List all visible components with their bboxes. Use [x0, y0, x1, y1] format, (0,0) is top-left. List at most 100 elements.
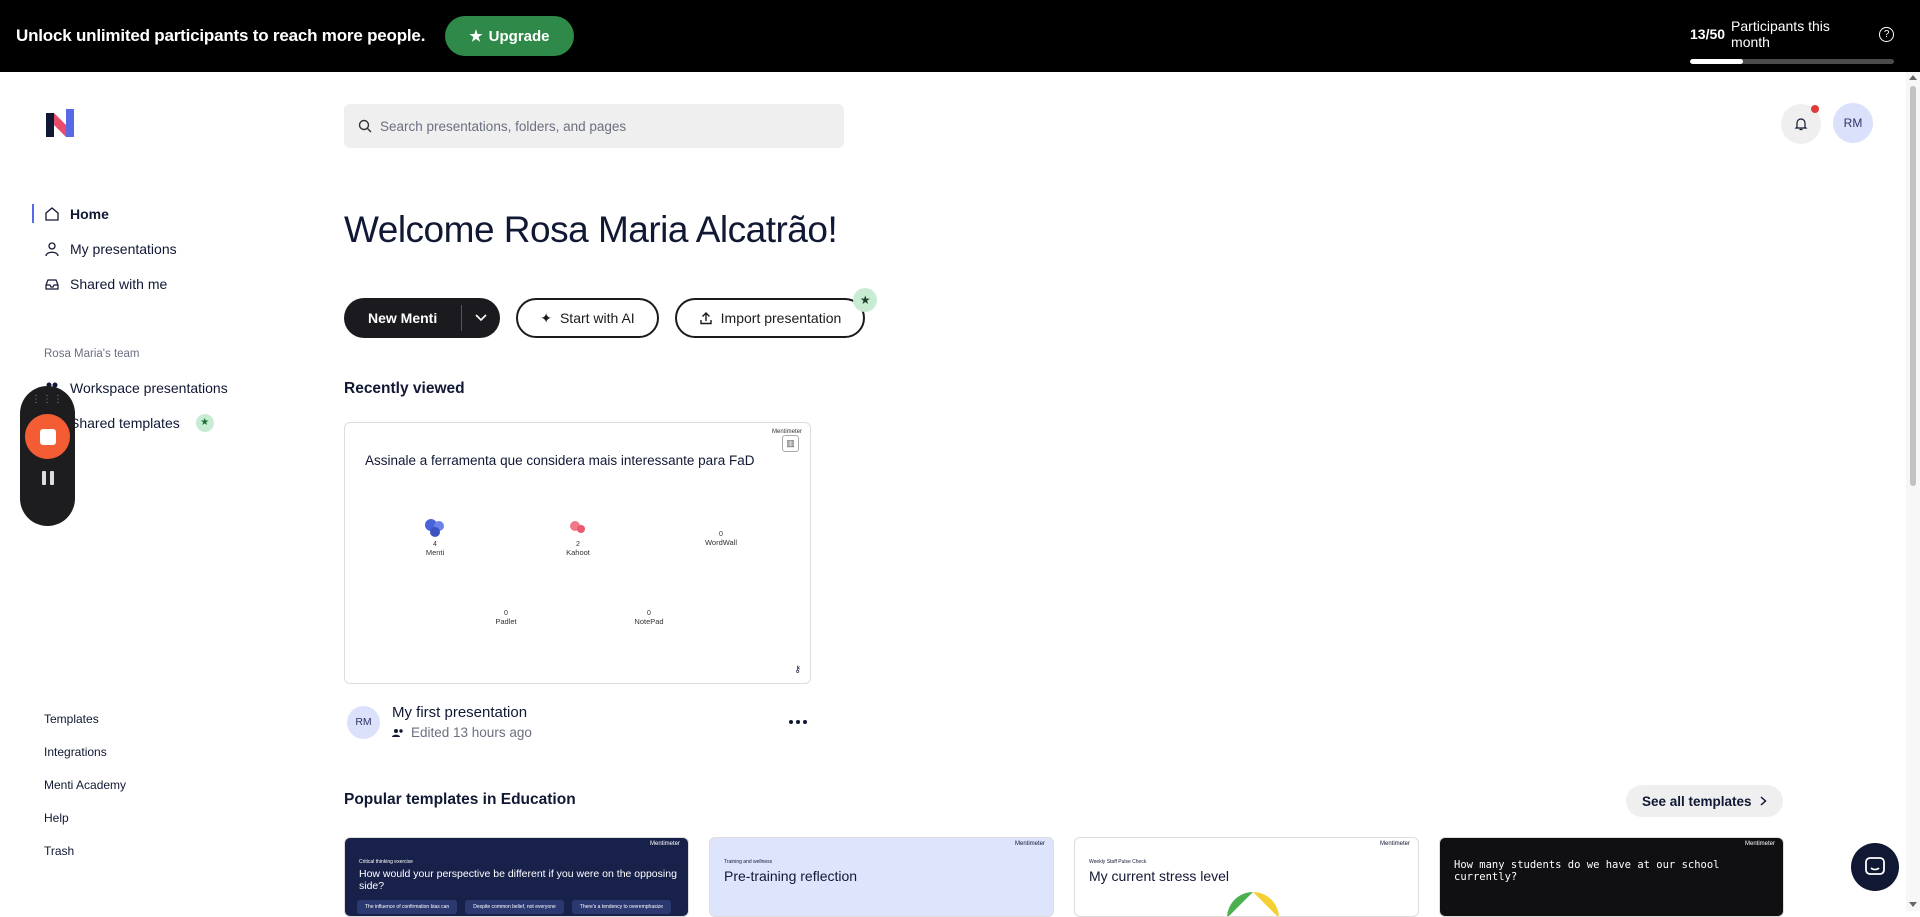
start-with-ai-button[interactable]: ✦ Start with AI [516, 298, 659, 338]
star-badge-icon: ★ [195, 413, 214, 432]
star-badge-icon: ★ [853, 288, 878, 312]
key-icon: ⚷ [794, 664, 801, 674]
see-all-templates-button[interactable]: See all templates [1626, 785, 1783, 817]
participants-count: 13/50 [1690, 26, 1726, 42]
chat-icon [1865, 857, 1885, 875]
scroll-down-arrow-icon[interactable] [1909, 902, 1917, 907]
start-with-ai-label: Start with AI [559, 310, 635, 326]
sidebar-item-label: Shared templates [70, 414, 180, 431]
option-count: 0 [504, 610, 508, 617]
dots-cluster-icon [425, 519, 444, 537]
scrollbar-thumb[interactable] [1910, 86, 1916, 486]
template-chip: Despite common belief, not everyone [465, 900, 564, 914]
sidebar-item-shared-with-me[interactable]: Shared with me [32, 266, 177, 301]
mentimeter-brand: Mentimeter [1379, 841, 1410, 847]
poll-option: 4 Menti [395, 517, 475, 557]
sidebar-footer-nav: Templates Integrations Menti Academy Hel… [44, 702, 126, 867]
chevron-right-icon [1760, 796, 1767, 806]
option-label: Menti [425, 548, 445, 557]
participants-progress-fill [1690, 59, 1744, 64]
sidebar-nav: Home My presentations Shared with me [32, 196, 177, 301]
notification-dot [1811, 105, 1819, 113]
participants-label: Participants this month [1731, 18, 1830, 50]
new-menti-button[interactable]: New Menti [344, 298, 501, 338]
option-count: 0 [647, 610, 651, 617]
banner-message: Unlock unlimited participants to reach m… [16, 26, 426, 45]
option-label: NotePad [634, 617, 664, 626]
sidebar-item-home[interactable]: Home [32, 196, 177, 231]
search-input[interactable] [380, 118, 820, 134]
gauge-icon [1227, 892, 1279, 916]
screen-recorder-widget: ⋮⋮⋮ [20, 386, 75, 526]
sidebar-item-my-presentations[interactable]: My presentations [32, 231, 177, 266]
upgrade-banner: Unlock unlimited participants to reach m… [0, 0, 1920, 72]
dots-cluster-icon [570, 521, 585, 533]
template-card[interactable]: Mentimeter Critical thinking exercise Ho… [344, 837, 689, 917]
mentimeter-brand: Mentimeter [1014, 841, 1045, 847]
template-kicker: Weekly Staff Pulse Check [1089, 859, 1147, 865]
sidebar-item-label: Shared with me [70, 275, 168, 292]
presentation-card[interactable]: Mentimeter ▥ Assinale a ferramenta que c… [344, 422, 811, 684]
footer-item-trash[interactable]: Trash [44, 834, 126, 867]
template-chip: The influence of confirmation bias can [357, 900, 458, 914]
team-label: Rosa Maria's team [44, 348, 140, 360]
page-scrollbar[interactable] [1906, 72, 1920, 911]
presentation-title[interactable]: My first presentation [392, 704, 532, 721]
presentation-meta: RM My first presentation Edited 13 hours… [347, 704, 532, 740]
import-presentation-button[interactable]: Import presentation ★ [674, 288, 878, 338]
footer-item-templates[interactable]: Templates [44, 702, 126, 735]
mentimeter-brand: Mentimeter [649, 841, 680, 847]
home-icon [45, 206, 59, 221]
sidebar-item-label: Workspace presentations [70, 379, 228, 396]
people-icon [392, 728, 403, 737]
search-icon [358, 119, 372, 133]
template-card[interactable]: Mentimeter Weekly Staff Pulse Check My c… [1074, 837, 1419, 917]
poll-option: 0 NotePad [609, 610, 689, 626]
footer-item-help[interactable]: Help [44, 801, 126, 834]
more-options-button[interactable] [786, 712, 810, 732]
chevron-down-icon[interactable] [462, 314, 500, 322]
template-card[interactable]: Mentimeter Training and wellness Pre-tra… [709, 837, 1054, 917]
scroll-up-arrow-icon[interactable] [1909, 75, 1917, 80]
footer-item-menti-academy[interactable]: Menti Academy [44, 768, 126, 801]
option-count: 4 [433, 541, 437, 548]
template-kicker: Critical thinking exercise [359, 859, 413, 865]
footer-item-integrations[interactable]: Integrations [44, 735, 126, 768]
sidebar-item-label: My presentations [70, 240, 177, 257]
poll-option: 0 Padlet [466, 610, 546, 626]
owner-avatar: RM [347, 705, 380, 739]
chat-support-button[interactable] [1851, 843, 1899, 891]
star-icon: ★ [469, 28, 483, 45]
presentation-edited: Edited 13 hours ago [411, 725, 532, 740]
template-card[interactable]: Mentimeter How many students do we have … [1439, 837, 1784, 917]
upgrade-label: Upgrade [488, 27, 550, 45]
poll-option: 2 Kahoot [538, 517, 618, 557]
mentimeter-logo[interactable] [46, 109, 74, 137]
user-avatar[interactable]: RM [1833, 103, 1873, 143]
page-title: Welcome Rosa Maria Alcatrão! [344, 209, 838, 250]
action-buttons: New Menti ✦ Start with AI Import present… [344, 288, 878, 338]
popular-templates-title: Popular templates in Education [344, 791, 576, 808]
bell-icon [1794, 118, 1808, 131]
option-label: Kahoot [566, 548, 590, 557]
template-title: How would your perspective be different … [359, 868, 677, 892]
sparkle-icon: ✦ [540, 309, 552, 326]
pause-recording-button[interactable] [41, 471, 54, 485]
upgrade-button[interactable]: ★ Upgrade [445, 16, 574, 56]
stop-icon [39, 428, 56, 445]
template-title: My current stress level [1089, 868, 1230, 884]
drag-handle-icon[interactable]: ⋮⋮⋮ [31, 395, 64, 405]
option-count: 2 [576, 541, 580, 548]
stop-recording-button[interactable] [25, 414, 70, 459]
notifications-button[interactable] [1781, 104, 1821, 144]
template-kicker: Training and wellness [724, 859, 773, 865]
participants-meter: 13/50 Participants this month ? [1690, 18, 1894, 64]
participants-progress-bar [1690, 59, 1894, 64]
inbox-icon [45, 278, 59, 290]
import-presentation-label: Import presentation [720, 310, 842, 326]
help-icon[interactable]: ? [1879, 26, 1894, 42]
bar-chart-icon: ▥ [782, 435, 799, 452]
template-title: Pre-training reflection [724, 868, 858, 884]
option-count: 0 [719, 531, 723, 538]
person-icon [45, 241, 59, 256]
